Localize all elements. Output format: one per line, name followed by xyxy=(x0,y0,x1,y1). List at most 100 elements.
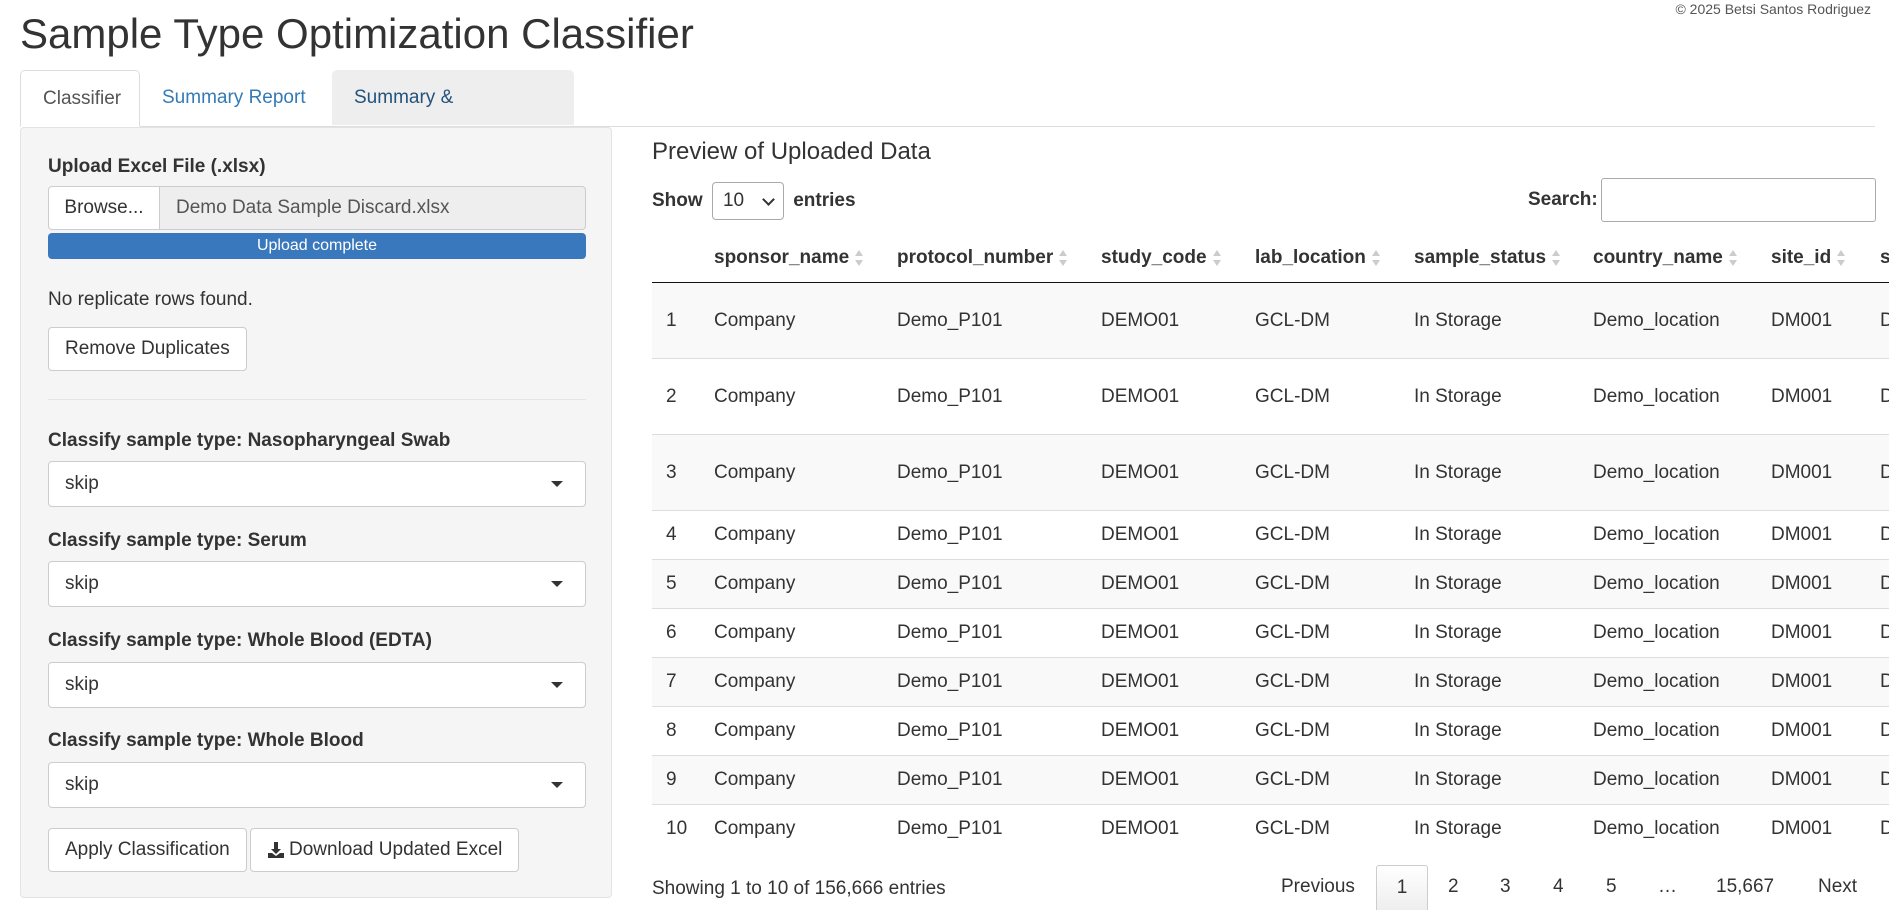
column-header-label: study_code xyxy=(1101,247,1207,268)
apply-classification-button[interactable]: Apply Classification xyxy=(48,828,247,872)
classify-select-value: skip xyxy=(65,473,99,494)
table-cell: GCL-DM xyxy=(1255,510,1414,560)
pagination-page-2[interactable]: 2 xyxy=(1448,865,1459,909)
caret-down-icon xyxy=(551,682,563,688)
column-header-label: protocol_number xyxy=(897,247,1054,268)
column-header-study_code[interactable]: study_code xyxy=(1101,234,1255,283)
table-cell: Demo_location xyxy=(1593,510,1771,560)
column-header-label: s xyxy=(1880,247,1889,268)
table-row[interactable]: 4 Company Demo_P101 DEMO01 GCL-DM In Storage D… xyxy=(652,510,1889,560)
table-row[interactable]: 7 Company Demo_P101 DEMO01 GCL-DM In Storage D… xyxy=(652,657,1889,707)
pagination-page-last[interactable]: 15,667 xyxy=(1716,865,1774,909)
tab-bar: Classifier Summary Report Summary & Inst… xyxy=(20,70,1875,163)
table-cell: In Storage xyxy=(1414,559,1593,609)
classify-select-whole-blood-edta[interactable]: skip xyxy=(48,662,586,708)
table-row[interactable]: 9 Company Demo_P101 DEMO01 GCL-DM In Storage D… xyxy=(652,755,1889,805)
pagination-page-3[interactable]: 3 xyxy=(1500,865,1511,909)
sidebar-panel: Upload Excel File (.xlsx) Browse... Demo… xyxy=(20,127,612,898)
column-header-index[interactable] xyxy=(652,234,714,283)
file-name-field[interactable]: Demo Data Sample Discard.xlsx xyxy=(160,186,586,230)
remove-duplicates-button[interactable]: Remove Duplicates xyxy=(48,327,247,371)
table-cell: DM001 xyxy=(1771,657,1880,707)
table-cell: D xyxy=(1880,434,1889,511)
table-cell: Company xyxy=(714,510,897,560)
table-row[interactable]: 10 Company Demo_P101 DEMO01 GCL-DM In Storage… xyxy=(652,804,1889,854)
table-cell: Company xyxy=(714,657,897,707)
table-cell: GCL-DM xyxy=(1255,804,1414,854)
table-cell: 2 xyxy=(652,358,714,435)
table-cell: 5 xyxy=(652,559,714,609)
table-cell: Demo_P101 xyxy=(897,608,1101,658)
table-cell: Company xyxy=(714,358,897,435)
file-upload-group: Browse... Demo Data Sample Discard.xlsx xyxy=(48,186,586,231)
column-header-protocol_number[interactable]: protocol_number xyxy=(897,234,1101,283)
pagination-page-4[interactable]: 4 xyxy=(1553,865,1564,909)
classify-select-nasopharyngeal[interactable]: skip xyxy=(48,461,586,507)
sort-icon xyxy=(855,249,864,267)
column-header-site_id[interactable]: site_id xyxy=(1771,234,1880,283)
classify-select-whole-blood[interactable]: skip xyxy=(48,762,586,808)
chevron-down-icon xyxy=(762,193,775,206)
search-label: Search: xyxy=(1528,189,1598,210)
table-cell: DEMO01 xyxy=(1101,608,1255,658)
browse-button[interactable]: Browse... xyxy=(48,186,160,230)
table-row[interactable]: 6 Company Demo_P101 DEMO01 GCL-DM In Storage D… xyxy=(652,608,1889,658)
table-cell: DEMO01 xyxy=(1101,657,1255,707)
table-cell: 9 xyxy=(652,755,714,805)
classify-select-serum[interactable]: skip xyxy=(48,561,586,607)
table-cell: DM001 xyxy=(1771,755,1880,805)
show-label: Show xyxy=(652,190,703,212)
table-cell: Demo_P101 xyxy=(897,657,1101,707)
table-cell: DM001 xyxy=(1771,804,1880,854)
entries-label: entries xyxy=(793,190,856,212)
tab-summary-instructions[interactable]: Summary & Instructions xyxy=(332,70,574,163)
pagination-previous[interactable]: Previous xyxy=(1281,865,1355,909)
table-cell: In Storage xyxy=(1414,434,1593,511)
table-cell: 3 xyxy=(652,434,714,511)
table-cell: Demo_P101 xyxy=(897,358,1101,435)
pagination-page-5[interactable]: 5 xyxy=(1606,865,1617,909)
column-header-lab_location[interactable]: lab_location xyxy=(1255,234,1414,283)
table-cell: D xyxy=(1880,804,1889,854)
table-row[interactable]: 8 Company Demo_P101 DEMO01 GCL-DM In Storage D… xyxy=(652,706,1889,756)
table-cell: Demo_location xyxy=(1593,657,1771,707)
table-cell: GCL-DM xyxy=(1255,755,1414,805)
upload-label: Upload Excel File (.xlsx) xyxy=(48,156,266,177)
table-cell: DEMO01 xyxy=(1101,358,1255,435)
table-cell: DM001 xyxy=(1771,434,1880,511)
sort-icon xyxy=(1371,249,1381,267)
column-header-sample_status[interactable]: sample_status xyxy=(1414,234,1593,283)
table-cell: DEMO01 xyxy=(1101,510,1255,560)
tab-classifier[interactable]: Classifier xyxy=(20,70,140,127)
table-row[interactable]: 1 Company Demo_P101 DEMO01 GCL-DM In Storage D… xyxy=(652,282,1889,359)
table-cell: In Storage xyxy=(1414,804,1593,854)
table-row[interactable]: 3 Company Demo_P101 DEMO01 GCL-DM In Storage D… xyxy=(652,434,1889,511)
download-icon xyxy=(268,841,284,858)
table-cell: DM001 xyxy=(1771,510,1880,560)
column-header-sponsor_name[interactable]: sponsor_name xyxy=(714,234,897,283)
table-cell: DM001 xyxy=(1771,282,1880,359)
table-cell: Demo_P101 xyxy=(897,282,1101,359)
search-input[interactable] xyxy=(1601,178,1876,222)
column-header-s[interactable]: s xyxy=(1880,234,1889,283)
table-cell: Demo_location xyxy=(1593,358,1771,435)
page-length-select[interactable]: 10 xyxy=(711,182,784,220)
table-cell: D xyxy=(1880,559,1889,609)
tab-summary-report[interactable]: Summary Report xyxy=(140,70,332,125)
classify-label-serum: Classify sample type: Serum xyxy=(48,530,307,551)
pagination-page-1[interactable]: 1 xyxy=(1376,865,1428,910)
column-header-label: sample_status xyxy=(1414,247,1547,268)
table-cell: Company xyxy=(714,559,897,609)
pagination-next[interactable]: Next xyxy=(1818,865,1857,909)
table-cell: Demo_location xyxy=(1593,755,1771,805)
table-row[interactable]: 2 Company Demo_P101 DEMO01 GCL-DM In Storage D… xyxy=(652,358,1889,435)
table-row[interactable]: 5 Company Demo_P101 DEMO01 GCL-DM In Storage D… xyxy=(652,559,1889,609)
caret-down-icon xyxy=(551,581,563,587)
table-cell: DM001 xyxy=(1771,358,1880,435)
table-cell: 10 xyxy=(652,804,714,854)
table-cell: In Storage xyxy=(1414,755,1593,805)
column-header-country_name[interactable]: country_name xyxy=(1593,234,1771,283)
table-cell: Demo_location xyxy=(1593,608,1771,658)
download-excel-button[interactable]: Download Updated Excel xyxy=(250,828,520,872)
classify-select-value: skip xyxy=(65,774,99,795)
